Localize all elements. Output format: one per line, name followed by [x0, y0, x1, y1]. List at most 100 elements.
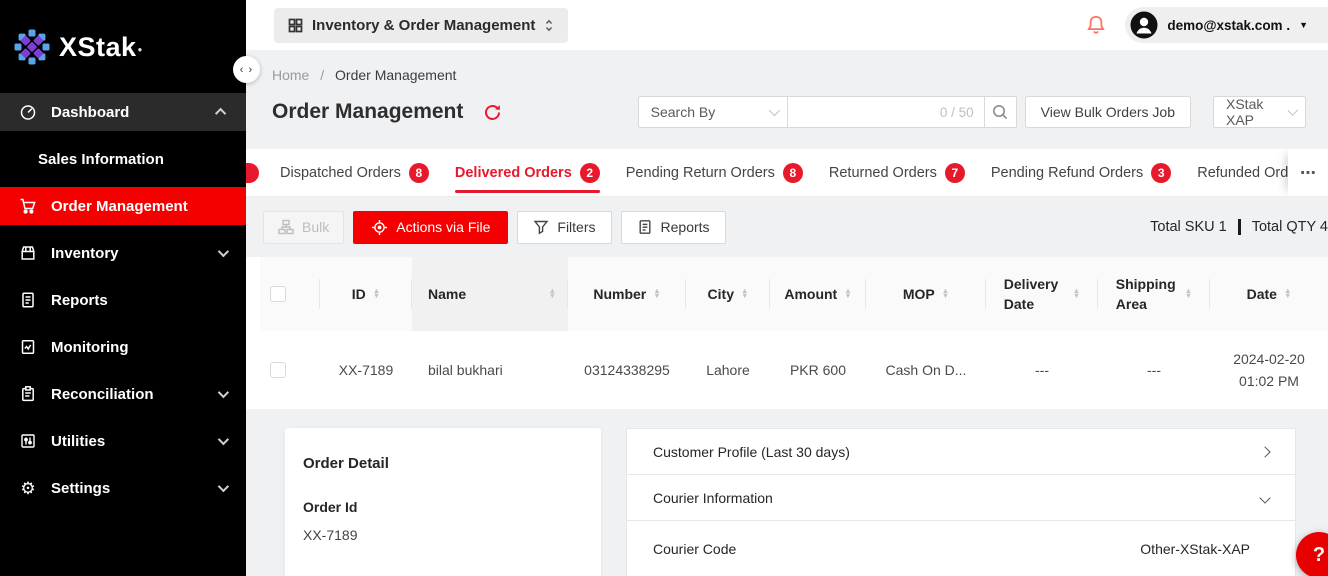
header-checkbox-cell [260, 257, 320, 331]
header-name[interactable]: Name▲▼ [412, 257, 568, 331]
order-id-label: Order Id [303, 499, 583, 515]
app-switcher-button[interactable]: Inventory & Order Management [274, 8, 568, 43]
clipboard-icon [18, 384, 38, 404]
sort-icon[interactable]: ▲▼ [549, 289, 556, 298]
chevron-right-icon [1259, 446, 1270, 457]
tab-pending-refund-orders[interactable]: Pending Refund Orders 3 [991, 149, 1171, 196]
sort-icon[interactable]: ▲▼ [653, 289, 660, 298]
bell-icon [1085, 14, 1107, 36]
header-number[interactable]: Number▲▼ [568, 257, 686, 331]
search-input[interactable] [788, 97, 984, 127]
sort-icon[interactable]: ▲▼ [1284, 289, 1291, 298]
search-icon [991, 103, 1009, 121]
filters-button[interactable]: Filters [517, 211, 611, 244]
main-area: Inventory & Order Management [246, 0, 1328, 576]
table-row[interactable]: XX-7189 bilal bukhari 03124338295 Lahore… [260, 331, 1328, 409]
sidebar-item-order-management[interactable]: Order Management [0, 187, 246, 225]
user-menu-button[interactable]: demo@xstak.com . ▼ [1125, 7, 1328, 43]
bulk-button[interactable]: Bulk [263, 211, 344, 244]
cell-name: bilal bukhari [412, 359, 568, 381]
tab-badge: 7 [945, 163, 965, 183]
select-all-checkbox[interactable] [270, 286, 286, 302]
chevron-up-icon [215, 108, 226, 119]
channel-select[interactable]: XStak XAP [1213, 96, 1306, 128]
sort-icon[interactable]: ▲▼ [741, 289, 748, 298]
search-by-select[interactable]: Search By [638, 96, 788, 128]
breadcrumb-current: Order Management [335, 67, 456, 83]
cell-number: 03124338295 [568, 359, 686, 381]
order-detail-section: Order Detail Order Id XX-7189 Customer P… [246, 409, 1328, 576]
refresh-button[interactable] [483, 103, 502, 122]
sidebar-item-reports[interactable]: Reports [0, 281, 246, 319]
cell-delivery-date: --- [986, 359, 1098, 381]
refresh-icon [483, 103, 502, 122]
sort-icon[interactable]: ▲▼ [373, 289, 380, 298]
reports-button[interactable]: Reports [621, 211, 726, 244]
sidebar-item-inventory[interactable]: Inventory [0, 234, 246, 272]
logo: XStak● [0, 0, 246, 78]
header-city[interactable]: City▲▼ [686, 257, 770, 331]
order-status-tabs: Dispatched Orders 8 Delivered Orders 2 P… [246, 149, 1328, 197]
accordion-customer-profile[interactable]: Customer Profile (Last 30 days) [626, 428, 1296, 475]
breadcrumb-separator: / [320, 67, 324, 83]
tab-dispatched-orders[interactable]: Dispatched Orders 8 [280, 149, 429, 196]
topbar: Inventory & Order Management [246, 0, 1328, 50]
sort-icon[interactable]: ▲▼ [844, 289, 851, 298]
header-delivery-date[interactable]: Delivery Date▲▼ [986, 257, 1098, 331]
accordion-courier-information[interactable]: Courier Information [626, 474, 1296, 521]
totals-divider [1238, 219, 1241, 235]
notifications-bell-button[interactable] [1085, 14, 1107, 36]
sort-icon[interactable]: ▲▼ [942, 289, 949, 298]
sidebar-item-dashboard[interactable]: Dashboard [0, 93, 246, 131]
search-button[interactable] [984, 96, 1017, 128]
header-amount[interactable]: Amount▲▼ [770, 257, 866, 331]
cell-id: XX-7189 [320, 359, 412, 381]
document-icon [18, 290, 38, 310]
sidebar: XStak● Dashboard Sales Information [0, 0, 246, 576]
sidebar-collapse-toggle[interactable]: ‹ › [233, 56, 260, 83]
breadcrumb-home-link[interactable]: Home [272, 67, 309, 83]
cell-city: Lahore [686, 359, 770, 381]
header-id[interactable]: ID▲▼ [320, 257, 412, 331]
sitemap-icon [278, 219, 294, 235]
cell-date: 2024-02-2001:02 PM [1210, 348, 1328, 393]
store-icon [18, 243, 38, 263]
sidebar-item-settings[interactable]: ⚙ Settings [0, 469, 246, 507]
header-shipping-area[interactable]: Shipping Area▲▼ [1098, 257, 1210, 331]
chevron-down-icon [1259, 492, 1270, 503]
app-switcher-label: Inventory & Order Management [312, 17, 535, 34]
chevron-down-icon [218, 434, 229, 445]
tab-delivered-orders[interactable]: Delivered Orders 2 [455, 149, 600, 196]
courier-code-label: Courier Code [653, 541, 736, 576]
search-input-wrap: 0 / 50 [787, 96, 985, 128]
row-checkbox[interactable] [270, 362, 286, 378]
chevron-down-icon [218, 246, 229, 257]
courier-information-content: Courier Code Other-XStak-XAP [626, 520, 1296, 576]
tab-badge: 8 [409, 163, 429, 183]
cell-shipping-area: --- [1098, 359, 1210, 381]
gear-icon: ⚙ [18, 478, 38, 498]
sidebar-item-sales-information[interactable]: Sales Information [0, 140, 246, 178]
chevron-down-icon [768, 105, 779, 116]
crosshair-icon [371, 219, 388, 236]
tab-pending-return-orders[interactable]: Pending Return Orders 8 [626, 149, 803, 196]
detail-accordion: Customer Profile (Last 30 days) Courier … [626, 428, 1296, 576]
breadcrumb: Home / Order Management [246, 50, 1328, 87]
page-title: Order Management [272, 100, 463, 124]
tab-badge: 8 [783, 163, 803, 183]
view-bulk-orders-job-button[interactable]: View Bulk Orders Job [1025, 96, 1191, 128]
header-mop[interactable]: MOP▲▼ [866, 257, 986, 331]
sort-icon[interactable]: ▲▼ [1073, 289, 1080, 298]
sidebar-item-utilities[interactable]: Utilities [0, 422, 246, 460]
table-header-row: ID▲▼ Name▲▼ Number▲▼ City▲▼ Amount▲▼ MOP… [260, 257, 1328, 331]
total-sku: Total SKU 1 [1150, 219, 1227, 235]
sort-icon[interactable]: ▲▼ [1185, 289, 1192, 298]
sidebar-item-reconciliation[interactable]: Reconciliation [0, 375, 246, 413]
sidebar-item-monitoring[interactable]: Monitoring [0, 328, 246, 366]
tabs-overflow-button[interactable]: ⋯ [1288, 149, 1328, 196]
tab-returned-orders[interactable]: Returned Orders 7 [829, 149, 965, 196]
content: Home / Order Management Order Management… [246, 50, 1328, 576]
header-date[interactable]: Date▲▼ [1210, 257, 1328, 331]
actions-via-file-button[interactable]: Actions via File [353, 211, 508, 244]
sliders-icon [18, 431, 38, 451]
